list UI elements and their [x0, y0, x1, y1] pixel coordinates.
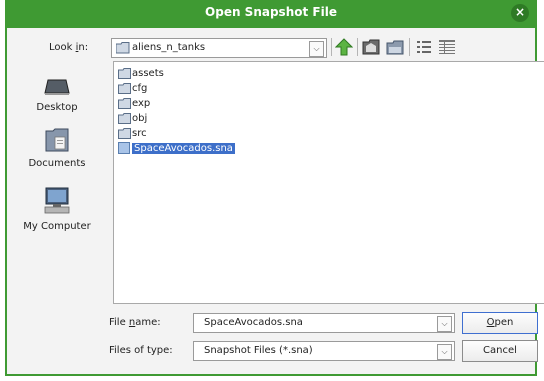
desktop-icon [44, 79, 70, 95]
place-my-computer[interactable]: My Computer [17, 187, 97, 232]
file-name-label: File name: [109, 317, 161, 328]
look-in-combo[interactable]: aliens_n_tanks ⌵ [111, 38, 327, 58]
up-one-level-icon[interactable] [335, 38, 353, 56]
open-button[interactable]: Open [462, 312, 538, 334]
place-label: Documents [28, 158, 86, 169]
folder-icon [118, 67, 131, 79]
list-item[interactable]: exp [118, 97, 150, 111]
new-folder-icon[interactable] [386, 38, 404, 56]
file-type-select[interactable]: Snapshot Files (*.sna) ⌵ [193, 341, 455, 361]
list-item[interactable]: obj [118, 112, 147, 126]
open-file-dialog: Open Snapshot File × Look in: aliens_n_t… [5, 0, 544, 376]
file-icon [118, 142, 130, 154]
documents-icon [45, 128, 69, 152]
place-label: Desktop [36, 102, 78, 113]
chevron-down-icon[interactable]: ⌵ [437, 344, 452, 360]
folder-icon [118, 82, 131, 94]
look-in-value: aliens_n_tanks [132, 42, 206, 53]
dialog-title: Open Snapshot File [205, 5, 337, 19]
folder-icon [118, 97, 131, 109]
home-icon[interactable] [362, 38, 380, 56]
place-desktop[interactable]: Desktop [17, 78, 97, 113]
computer-icon [44, 187, 70, 214]
cancel-button[interactable]: Cancel [462, 340, 538, 362]
place-documents[interactable]: Documents [17, 128, 97, 169]
list-item[interactable]: src [118, 127, 147, 141]
list-item-selected[interactable]: SpaceAvocados.sna [118, 142, 235, 156]
details-view-icon[interactable] [438, 38, 456, 56]
folder-icon [118, 112, 131, 124]
chevron-down-icon[interactable]: ⌵ [309, 41, 324, 57]
file-type-label: Files of type: [109, 345, 173, 356]
chevron-down-icon[interactable]: ⌵ [437, 316, 452, 332]
list-item[interactable]: assets [118, 67, 164, 81]
close-button[interactable]: × [511, 4, 529, 22]
folder-icon [118, 127, 131, 139]
title-bar[interactable]: Open Snapshot File × [7, 0, 535, 28]
file-list[interactable]: assets cfg exp obj src SpaceAvocados.sna [113, 61, 544, 304]
list-item[interactable]: cfg [118, 82, 147, 96]
look-in-label: Look in: [49, 42, 89, 53]
folder-icon [116, 42, 130, 54]
list-view-icon[interactable] [415, 38, 433, 56]
place-label: My Computer [23, 221, 91, 232]
file-name-input[interactable]: SpaceAvocados.sna ⌵ [193, 313, 455, 333]
